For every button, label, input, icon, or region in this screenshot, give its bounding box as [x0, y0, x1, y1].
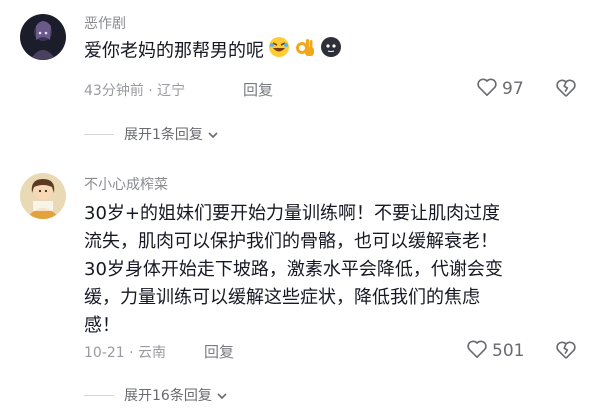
like-button[interactable]: 501 [466, 339, 524, 363]
expand-replies-button[interactable]: 展开1条回复 [84, 124, 219, 144]
reply-button[interactable]: 回复 [204, 341, 234, 362]
divider [84, 133, 114, 135]
avatar[interactable] [20, 14, 66, 60]
black-blob-emoji [320, 36, 342, 67]
heart-outline-icon [476, 77, 498, 101]
comment-item: 不小心成榨菜 30岁+的姐妹们要开始力量训练啊！不要让肌肉过度 流失，肌肉可以保… [0, 165, 600, 415]
comment-username[interactable]: 恶作剧 [84, 13, 126, 33]
comment-text-content: 爱你老妈的那帮男的呢 [84, 40, 264, 62]
comment-text-line: 缓，力量训练可以缓解这些症状，降低我们的焦虑 [84, 287, 480, 308]
comment-meta: 43分钟前 · 辽宁 [84, 83, 186, 99]
expand-replies-label: 展开16条回复 [124, 388, 212, 404]
rolling-laughing-emoji [268, 36, 290, 67]
like-count: 97 [502, 79, 524, 99]
expand-replies-button[interactable]: 展开16条回复 [84, 385, 228, 405]
like-count: 501 [492, 341, 525, 361]
comment-text: 爱你老妈的那帮男的呢 [84, 36, 342, 67]
comment-text-line: 感！ [84, 315, 120, 336]
ok-hand-emoji [294, 36, 316, 67]
reply-button[interactable]: 回复 [243, 79, 273, 100]
expand-replies-label: 展开1条回复 [124, 127, 203, 143]
chevron-down-icon [216, 386, 228, 405]
divider [84, 394, 114, 396]
broken-heart-icon[interactable] [555, 78, 577, 102]
comment-text-line: 30岁+的姐妹们要开始力量训练啊！不要让肌肉过度 [84, 203, 500, 224]
broken-heart-icon[interactable] [555, 340, 577, 364]
comment-item: 恶作剧 爱你老妈的那帮男的呢 43分钟前 · 辽宁 回复 97 展开1条回复 [0, 0, 600, 150]
comment-username[interactable]: 不小心成榨菜 [84, 174, 168, 194]
comment-meta: 10-21 · 云南 [84, 345, 167, 361]
comment-text: 30岁+的姐妹们要开始力量训练啊！不要让肌肉过度 流失，肌肉可以保护我们的骨骼，… [84, 200, 503, 340]
heart-outline-icon [466, 339, 488, 363]
like-button[interactable]: 97 [476, 77, 524, 101]
comment-text-line: 30岁身体开始走下坡路，激素水平会降低，代谢会变 [84, 259, 503, 280]
avatar[interactable] [20, 173, 66, 219]
comment-text-line: 流失，肌肉可以保护我们的骨骼，也可以缓解衰老！ [84, 231, 498, 252]
chevron-down-icon [207, 125, 219, 144]
